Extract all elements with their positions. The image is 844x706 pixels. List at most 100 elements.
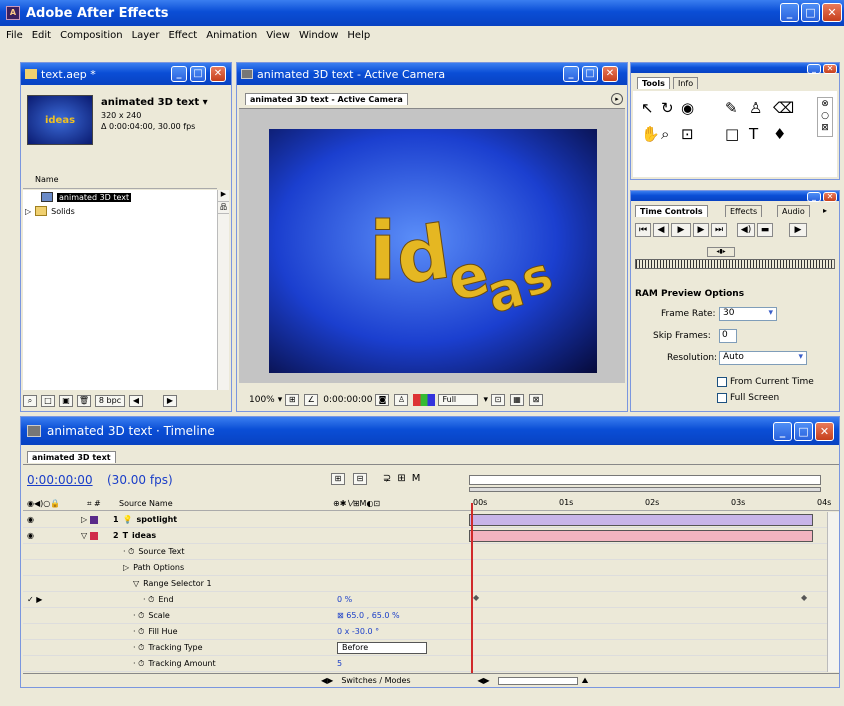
tab-info[interactable]: Info (673, 77, 699, 89)
loop-button[interactable]: ▬ (757, 223, 773, 237)
scroll-right-icon[interactable]: ▶ (163, 395, 177, 407)
timeline-row[interactable]: · ⏱ Scale ⊠ 65.0 , 65.0 % (23, 608, 839, 624)
tc-close-button[interactable]: ✕ (823, 192, 837, 202)
scroll-right-icon[interactable]: ▶ (218, 190, 229, 202)
tab-timeline-comp[interactable]: animated 3D text (27, 451, 116, 463)
stopwatch-icon[interactable]: · ⏱ (133, 611, 144, 621)
timeline-close-button[interactable]: ✕ (815, 422, 834, 441)
column-icon[interactable]: 品 (218, 202, 229, 214)
view-3d-icon[interactable]: ⊠ (528, 394, 543, 406)
switches-modes-toggle[interactable]: Switches / Modes (341, 676, 471, 685)
play-button[interactable]: ▶ (671, 223, 691, 237)
timeline-row[interactable]: ▷ Path Options (23, 560, 839, 576)
keyframe-icon[interactable]: ◆ (473, 593, 479, 602)
menu-help[interactable]: Help (347, 30, 370, 41)
comp-timecode[interactable]: 0:00:00:00 (323, 395, 372, 405)
keyframe-track[interactable] (469, 658, 813, 670)
show-snapshot-icon[interactable]: ♙ (394, 394, 409, 406)
draft-3d-icon[interactable]: ⊟ (353, 473, 367, 485)
close-button[interactable]: ✕ (822, 3, 842, 22)
region-icon[interactable]: ⊡ (490, 394, 505, 406)
timeline-row[interactable]: ◉ ▽ 2 Tideas (23, 528, 839, 544)
graph-icon[interactable]: M (412, 473, 421, 485)
resolution-select[interactable]: Full (438, 394, 479, 406)
keyframe-track[interactable]: ◆ ◆ (469, 593, 813, 606)
clone-stamp-icon[interactable]: ♙ (749, 99, 762, 117)
frame-blend-icon[interactable]: ⊋ (383, 473, 391, 485)
tab-effects[interactable]: Effects (725, 205, 763, 217)
menu-layer[interactable]: Layer (132, 30, 160, 41)
project-minimize-button[interactable]: _ (171, 66, 187, 82)
label-icon[interactable]: ⌗ # (87, 499, 113, 509)
stopwatch-icon[interactable]: · ⏱ (143, 595, 154, 605)
property-value[interactable]: 5 (333, 659, 469, 668)
keyframe-track[interactable] (469, 610, 813, 622)
twirl-icon[interactable]: ▽ (81, 531, 87, 540)
scroll-left-icon[interactable]: ◀ (129, 395, 143, 407)
layer-duration-bar[interactable] (469, 513, 813, 526)
property-value[interactable]: 0 % (333, 595, 469, 604)
selection-tool-icon[interactable]: ↖ (641, 99, 654, 117)
property-value[interactable]: 0 x -30.0 ° (333, 627, 469, 636)
timeline-scrollbar[interactable] (827, 512, 839, 672)
camera-tool-icon[interactable]: ◉ (681, 99, 694, 117)
comp-maximize-button[interactable]: □ (582, 66, 598, 82)
timeline-row[interactable]: · ⏱ Tracking Amount 5 (23, 656, 839, 672)
timeline-timecode[interactable]: 0:00:00:00 (27, 473, 93, 487)
timeline-row[interactable]: ▽ Range Selector 1 (23, 576, 839, 592)
twirl-icon[interactable]: ▽ (133, 579, 139, 588)
last-frame-button[interactable]: ⏭ (711, 223, 727, 237)
jog-control[interactable]: ◂▮▸ (707, 247, 735, 257)
first-frame-button[interactable]: ⏮ (635, 223, 651, 237)
panel-menu-icon[interactable]: ▸ (823, 206, 827, 215)
safe-zones-icon[interactable]: ⊞ (285, 394, 300, 406)
twirl-icon[interactable]: ▷ (81, 515, 87, 524)
keyframe-icon[interactable]: ◆ (801, 593, 807, 602)
maximize-button[interactable]: □ (801, 3, 820, 22)
switches-header-icons[interactable]: ⊕✱∖⁄⊞M◐⊡ (333, 499, 469, 508)
tab-audio[interactable]: Audio (777, 205, 810, 217)
keyframe-track[interactable] (469, 626, 813, 638)
eye-icon[interactable]: ◉ (27, 515, 34, 524)
frame-rate-select[interactable]: 30 ▾ (719, 307, 777, 321)
trash-icon[interactable]: 🗑 (77, 395, 91, 407)
keyframe-track[interactable] (469, 578, 813, 590)
pen-add-icon[interactable]: ♦ (773, 125, 786, 143)
snapshot-icon[interactable]: ◙ (375, 394, 390, 406)
label-color-icon[interactable] (90, 515, 99, 524)
menu-view[interactable]: View (266, 30, 290, 41)
keyframe-track[interactable] (473, 642, 817, 654)
project-list-header[interactable]: Name (23, 175, 217, 189)
expand-icon[interactable]: ▷ (25, 207, 31, 216)
timeline-row[interactable]: · ⏱ Source Text (23, 544, 839, 560)
comp-viewer[interactable]: i d e a s ideas (239, 109, 625, 383)
rotation-tool-icon[interactable]: ↻ (661, 99, 674, 117)
stopwatch-icon[interactable]: · ⏱ (133, 659, 144, 669)
transparency-grid-icon[interactable]: ▦ (509, 394, 524, 406)
tab-tools[interactable]: Tools (637, 77, 670, 89)
from-current-time-checkbox[interactable]: From Current Time (717, 377, 814, 387)
channel-icon[interactable] (413, 394, 436, 406)
tab-time-controls[interactable]: Time Controls (635, 205, 708, 217)
hand-tool-icon[interactable]: ✋ (641, 125, 660, 143)
text-tool-icon[interactable]: T (749, 125, 758, 143)
tools-close-button[interactable]: ✕ (823, 64, 837, 74)
project-scrollbar[interactable]: ▶ 品 (217, 190, 229, 390)
skip-frames-input[interactable]: 0 (719, 329, 737, 343)
stopwatch-icon[interactable]: · ⏱ (133, 643, 144, 653)
zoom-out-icon[interactable]: ◀▶ (477, 676, 489, 685)
time-navigator[interactable] (469, 487, 821, 492)
zoom-slider[interactable] (497, 676, 578, 685)
layer-duration-bar[interactable] (469, 529, 813, 542)
twirl-icon[interactable]: ▷ (123, 563, 129, 572)
comp-name[interactable]: animated 3D text ▾ (101, 97, 208, 108)
current-time-indicator[interactable] (471, 503, 473, 673)
tab-comp[interactable]: animated 3D text - Active Camera (245, 93, 408, 105)
shuttle-slider[interactable] (635, 259, 835, 269)
timeline-row[interactable]: ◉ ▷ 1 💡 spotlight (23, 512, 839, 528)
av-features-icon[interactable]: ◉◀)○🔒 (23, 499, 87, 508)
project-close-button[interactable]: ✕ (210, 66, 226, 82)
property-value[interactable]: ⊠ 65.0 , 65.0 % (333, 611, 469, 620)
stopwatch-icon[interactable]: · ⏱ (133, 627, 144, 637)
motion-blur-icon[interactable]: ⊞ (397, 473, 405, 485)
